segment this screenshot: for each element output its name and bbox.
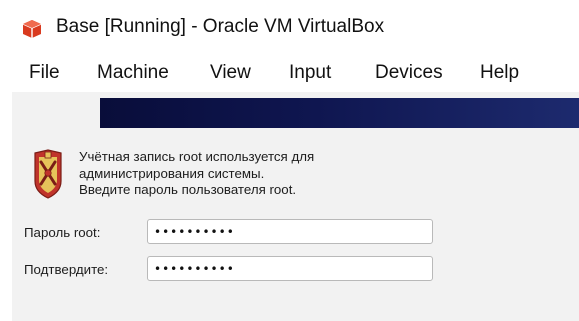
menu-view[interactable]: View bbox=[210, 62, 251, 84]
message-line: Учётная запись root используется для bbox=[79, 149, 315, 164]
message-line: Введите пароль пользователя root. bbox=[79, 182, 297, 197]
confirm-password-field[interactable] bbox=[147, 256, 433, 281]
shield-icon bbox=[34, 149, 62, 199]
installer-banner bbox=[100, 98, 579, 128]
message-line: администрирования системы. bbox=[79, 165, 265, 181]
menu-devices[interactable]: Devices bbox=[375, 62, 443, 84]
menu-help[interactable]: Help bbox=[480, 62, 519, 84]
root-password-field[interactable] bbox=[147, 219, 433, 244]
confirm-label: Подтвердите: bbox=[24, 262, 109, 277]
window-title: Base [Running] - Oracle VM VirtualBox bbox=[56, 16, 385, 37]
menu-bar: File Machine View Input Devices Help bbox=[0, 54, 579, 92]
menu-file[interactable]: File bbox=[29, 62, 60, 84]
password-label: Пароль root: bbox=[24, 225, 101, 240]
title-bar: Base [Running] - Oracle VM VirtualBox bbox=[0, 0, 579, 54]
virtualbox-icon bbox=[22, 20, 42, 38]
vm-screen[interactable]: Учётная запись root используется для адм… bbox=[12, 92, 579, 321]
menu-machine[interactable]: Machine bbox=[97, 62, 169, 84]
root-account-message: Учётная запись root используется для адм… bbox=[79, 149, 314, 199]
menu-input[interactable]: Input bbox=[289, 62, 331, 84]
